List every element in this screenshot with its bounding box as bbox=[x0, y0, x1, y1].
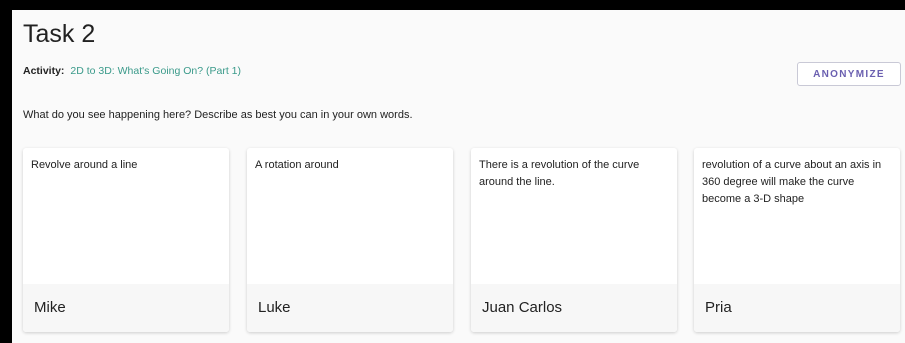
student-name: Mike bbox=[34, 299, 66, 316]
activity-line: Activity: 2D to 3D: What's Going On? (Pa… bbox=[23, 65, 241, 77]
response-card[interactable]: A rotation around Luke bbox=[247, 148, 453, 332]
task-panel: Task 2 Activity: 2D to 3D: What's Going … bbox=[12, 10, 905, 343]
response-text: revolution of a curve about an axis in 3… bbox=[702, 159, 882, 205]
response-text: There is a revolution of the curve aroun… bbox=[479, 159, 640, 188]
student-name: Luke bbox=[258, 299, 291, 316]
response-card[interactable]: revolution of a curve about an axis in 3… bbox=[694, 148, 900, 332]
student-name: Pria bbox=[705, 299, 732, 316]
response-text: Revolve around a line bbox=[31, 159, 138, 171]
activity-link[interactable]: 2D to 3D: What's Going On? (Part 1) bbox=[70, 65, 241, 77]
anonymize-button[interactable]: ANONYMIZE bbox=[797, 62, 901, 86]
response-card[interactable]: There is a revolution of the curve aroun… bbox=[471, 148, 677, 332]
activity-label: Activity: bbox=[23, 65, 65, 77]
question-prompt: What do you see happening here? Describe… bbox=[23, 109, 413, 121]
response-card[interactable]: Revolve around a line Mike bbox=[23, 148, 229, 332]
student-name: Juan Carlos bbox=[482, 299, 563, 316]
response-text: A rotation around bbox=[255, 159, 339, 171]
response-footer: Luke bbox=[247, 284, 453, 332]
response-footer: Mike bbox=[23, 284, 229, 332]
response-footer: Juan Carlos bbox=[471, 284, 677, 332]
page-title: Task 2 bbox=[23, 20, 96, 48]
response-footer: Pria bbox=[694, 284, 900, 332]
